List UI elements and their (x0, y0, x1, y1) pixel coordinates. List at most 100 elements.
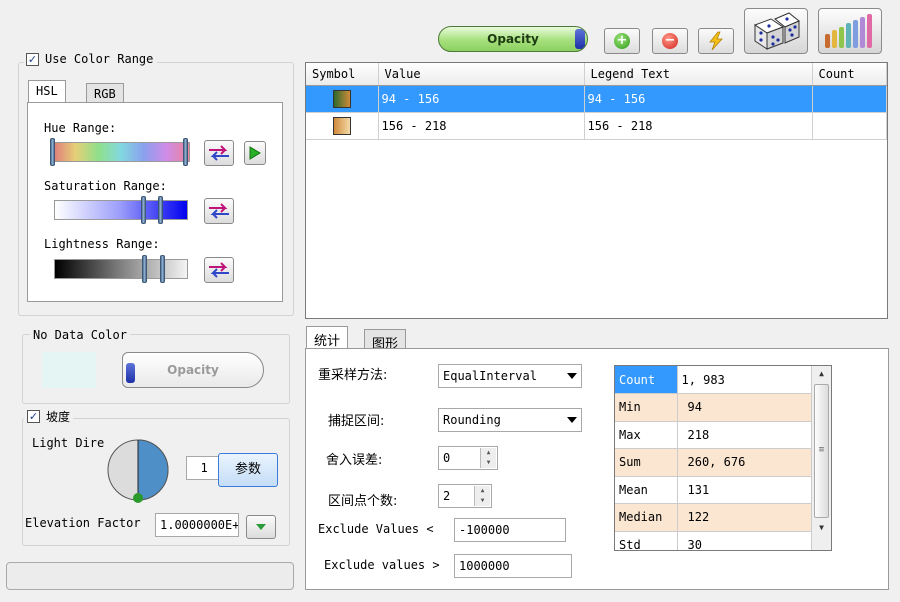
saturation-range-label: Saturation Range: (44, 179, 167, 193)
elevation-factor-input[interactable]: 1.0000000E+ (155, 513, 239, 537)
add-button[interactable]: + (604, 28, 640, 54)
spinner-arrows[interactable]: ▲ ▼ (474, 486, 490, 506)
slope-label: 坡度 (46, 410, 71, 424)
saturation-range-slider[interactable] (54, 200, 188, 220)
legend-text-cell[interactable]: 94 - 156 (584, 85, 813, 113)
use-color-range-checkbox[interactable]: ✓ Use Color Range (24, 52, 158, 66)
no-data-opacity-label: Opacity (167, 363, 219, 377)
lightness-max-handle[interactable] (160, 255, 165, 283)
statistics-scrollbar[interactable]: ▲ ≡ ▼ (811, 366, 831, 550)
resample-method-value: EqualInterval (443, 369, 537, 383)
light-angle-input[interactable]: 1 (186, 456, 220, 480)
swap-arrows-icon (209, 262, 229, 278)
column-header-legend-text[interactable]: Legend Text (584, 63, 813, 86)
count-cell (812, 85, 887, 113)
no-data-opacity-slider[interactable]: Opacity (122, 352, 264, 388)
stat-key: Max (615, 421, 678, 449)
snap-interval-select[interactable]: Rounding (438, 408, 582, 432)
lightness-swap-button[interactable] (204, 257, 234, 283)
scroll-thumb[interactable]: ≡ (814, 384, 829, 518)
list-item[interactable]: Std 30 (615, 531, 811, 550)
play-button[interactable] (244, 141, 266, 165)
list-item[interactable]: Max 218 (615, 421, 811, 449)
list-item[interactable]: Min 94 (615, 393, 811, 422)
interval-points-value: 2 (443, 489, 451, 503)
value-cell[interactable]: 156 - 218 (378, 112, 585, 140)
rounding-error-stepper[interactable]: 0 ▲ ▼ (438, 446, 498, 470)
list-item[interactable]: Count 1, 983 (615, 366, 811, 394)
opacity-handle[interactable] (575, 29, 585, 49)
stat-value: 260, 676 (677, 448, 811, 477)
hue-range-label: Hue Range: (44, 121, 117, 135)
rounding-error-label: 舍入误差: (326, 453, 383, 468)
exclude-upper-value: 1000000 (459, 559, 510, 573)
tab-hsl[interactable]: HSL (28, 80, 66, 102)
lightness-range-slider[interactable] (54, 259, 188, 279)
column-header-symbol[interactable]: Symbol (306, 63, 379, 86)
spinner-arrows[interactable]: ▲ ▼ (480, 448, 496, 468)
use-color-range-label: Use Color Range (45, 52, 154, 66)
lightness-range-label: Lightness Range: (44, 237, 160, 251)
checkbox-icon: ✓ (27, 410, 40, 423)
lightness-min-handle[interactable] (142, 255, 147, 283)
dice-icon (753, 12, 800, 50)
resample-method-label: 重采样方法: (318, 368, 388, 383)
color-ramp-button[interactable] (818, 8, 882, 54)
value-cell[interactable]: 94 - 156 (378, 85, 585, 113)
light-direction-dial[interactable] (104, 436, 172, 504)
hue-max-handle[interactable] (183, 138, 188, 166)
saturation-min-handle[interactable] (141, 196, 146, 224)
saturation-max-handle[interactable] (158, 196, 163, 224)
legend-text-cell[interactable]: 156 - 218 (584, 112, 813, 140)
no-data-color-swatch[interactable] (42, 352, 96, 388)
stat-value: 1, 983 (677, 366, 811, 394)
column-header-count[interactable]: Count (812, 63, 887, 86)
table-row[interactable]: 156 - 218 156 - 218 (306, 112, 887, 140)
scroll-down-icon[interactable]: ▼ (812, 520, 831, 536)
stat-key: Count (615, 366, 678, 394)
opacity-slider[interactable]: Opacity (438, 26, 588, 52)
light-direction-label: Light Dire (32, 436, 105, 450)
hue-min-handle[interactable] (50, 138, 55, 166)
saturation-swap-button[interactable] (204, 198, 234, 224)
tab-hsl-label: HSL (36, 84, 58, 98)
status-bar (6, 562, 294, 590)
table-row[interactable]: 94 - 156 94 - 156 (306, 85, 887, 113)
no-data-title: No Data Color (30, 328, 130, 342)
stat-key: Median (615, 503, 678, 532)
stat-key: Sum (615, 448, 678, 477)
scroll-up-icon[interactable]: ▲ (812, 366, 831, 382)
exclude-upper-label: Exclude values > (324, 558, 440, 572)
color-bars-icon (825, 14, 872, 48)
tab-statistics-label: 统计 (314, 334, 341, 349)
elevation-dropdown-button[interactable] (246, 515, 276, 539)
list-item[interactable]: Median 122 (615, 503, 811, 532)
rounding-error-value: 0 (443, 451, 451, 465)
random-colors-button[interactable] (744, 8, 808, 54)
lightning-button[interactable] (698, 28, 734, 54)
list-item[interactable]: Mean 131 (615, 476, 811, 504)
stat-value: 94 (677, 393, 811, 422)
stat-value: 122 (677, 503, 811, 532)
hue-range-slider[interactable] (52, 142, 190, 162)
slope-checkbox[interactable]: ✓ 坡度 (24, 408, 74, 425)
tab-statistics[interactable]: 统计 (306, 326, 349, 349)
symbol-cell[interactable] (306, 112, 379, 140)
tab-rgb[interactable]: RGB (86, 83, 124, 102)
chevron-down-icon (567, 373, 577, 379)
add-icon: + (614, 33, 630, 49)
list-item[interactable]: Sum 260, 676 (615, 448, 811, 477)
params-button[interactable]: 参数 (218, 453, 278, 487)
exclude-lower-input[interactable]: -100000 (454, 518, 566, 542)
remove-button[interactable]: − (652, 28, 688, 54)
tab-graphics[interactable]: 图形 (364, 329, 407, 352)
column-header-value[interactable]: Value (378, 63, 585, 86)
resample-method-select[interactable]: EqualInterval (438, 364, 582, 388)
symbol-cell[interactable] (306, 85, 379, 113)
hue-swap-button[interactable] (204, 140, 234, 166)
chevron-down-icon (256, 524, 266, 530)
interval-points-stepper[interactable]: 2 ▲ ▼ (438, 484, 492, 508)
count-cell (812, 112, 887, 140)
exclude-upper-input[interactable]: 1000000 (454, 554, 572, 578)
no-data-opacity-handle[interactable] (126, 363, 135, 383)
